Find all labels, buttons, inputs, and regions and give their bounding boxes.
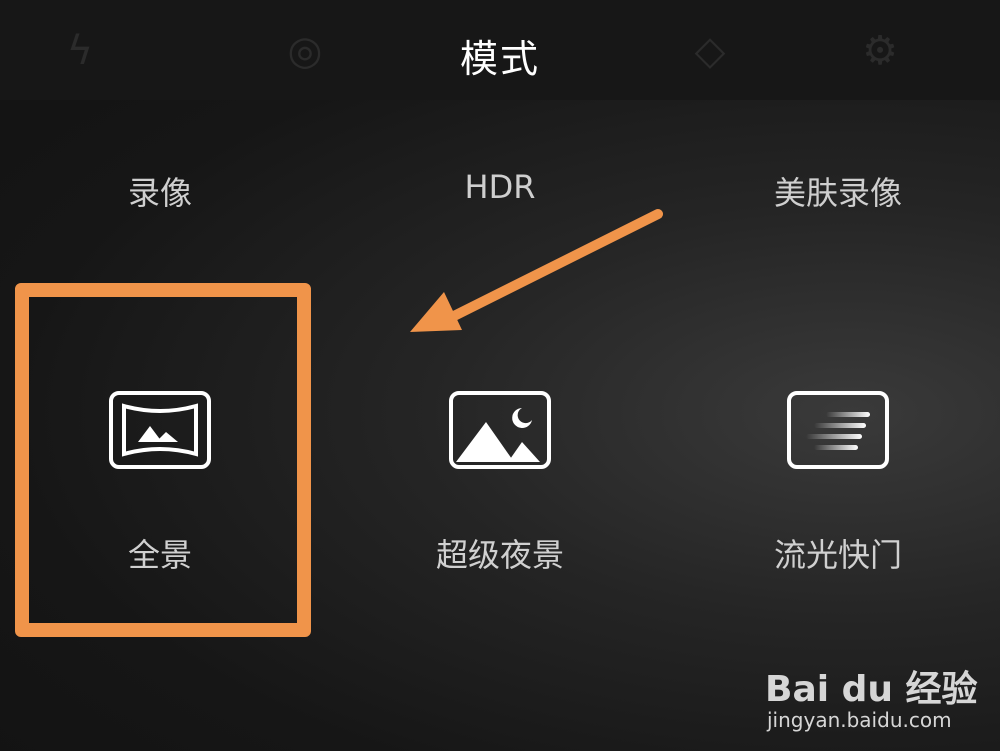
- mode-beauty-video[interactable]: 美肤录像: [688, 168, 988, 214]
- panorama-icon: [109, 391, 211, 469]
- mode-panorama[interactable]: 全景: [10, 280, 310, 574]
- watermark: Bai du 经验 jingyan.baidu.com: [765, 640, 995, 740]
- night-scene-icon: [449, 391, 551, 469]
- watermark-url: jingyan.baidu.com: [767, 708, 952, 732]
- mode-video[interactable]: 录像: [10, 168, 310, 214]
- annotation-arrow-icon: [410, 209, 663, 332]
- mode-super-night-label: 超级夜景: [435, 536, 564, 574]
- top-bar: ϟ ◎ ◇ ⚙ 模式: [0, 0, 1000, 100]
- mode-light-trail-label: 流光快门: [773, 536, 902, 574]
- watermark-logo: Bai du 经验: [765, 669, 978, 710]
- page-title: 模式: [459, 37, 540, 81]
- mode-panorama-label: 全景: [127, 536, 192, 574]
- mode-light-trail[interactable]: 流光快门: [688, 280, 988, 574]
- light-trail-icon: [787, 391, 889, 469]
